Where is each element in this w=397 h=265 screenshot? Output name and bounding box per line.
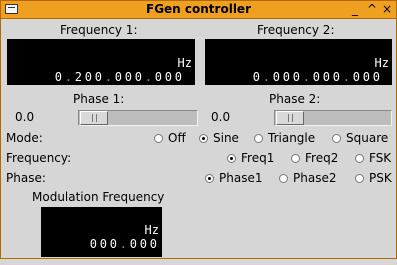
freq2-digit[interactable]: 0	[281, 70, 291, 84]
freq1-unit: Hz	[177, 56, 192, 70]
freq1-label: Frequency 1:	[60, 23, 138, 37]
freq2-label: Frequency 2:	[257, 23, 335, 37]
freq1-digit[interactable]: 0	[53, 70, 63, 84]
frequency-radio-freq1[interactable]: Freq1	[227, 151, 274, 166]
radio-selected-icon[interactable]	[205, 174, 214, 183]
freq2-unit: Hz	[374, 56, 389, 70]
modulation-digit[interactable]: 0	[88, 237, 98, 251]
freq1-digit[interactable]: 0	[133, 70, 143, 84]
modulation-digit[interactable]: 0	[108, 237, 118, 251]
phase-radio-psk[interactable]: PSK	[355, 171, 392, 186]
freq2-digit[interactable]: 0	[351, 70, 361, 84]
freq1-digit[interactable]: 0	[173, 70, 183, 84]
modulation-label: Modulation Frequency	[32, 190, 165, 204]
freq2-digit[interactable]: 0	[251, 70, 261, 84]
freq1-digit[interactable]: 0	[83, 70, 93, 84]
mode-radio-square[interactable]: Square	[332, 131, 388, 146]
app-window: FGen controller _ ^ × Frequency 1: 0.200…	[0, 0, 397, 259]
radio-selected-icon[interactable]	[227, 154, 236, 163]
freq1-digit[interactable]: 0	[153, 70, 163, 84]
freq1-display[interactable]: 0.200.000.000 Hz	[7, 39, 195, 85]
radio-icon[interactable]	[291, 154, 300, 163]
freq1-digit[interactable]: 0	[93, 70, 103, 84]
phase2-label: Phase 2:	[269, 92, 321, 106]
phase1-slider[interactable]	[78, 110, 198, 126]
freq2-digit[interactable]: 0	[331, 70, 341, 84]
phase2-slider[interactable]	[274, 110, 392, 126]
radio-icon[interactable]	[355, 174, 364, 183]
close-button[interactable]: ×	[382, 1, 392, 18]
phase2-slider-thumb[interactable]	[276, 111, 304, 125]
freq2-digit[interactable]: 0	[291, 70, 301, 84]
minimize-button[interactable]: _	[352, 1, 358, 18]
radio-icon[interactable]	[254, 134, 263, 143]
title-bar[interactable]: FGen controller _ ^ ×	[1, 1, 396, 19]
freq2-digit[interactable]: 0	[311, 70, 321, 84]
phase1-slider-thumb[interactable]	[80, 111, 108, 125]
phase1-value: 0.0	[15, 110, 35, 124]
frequency-radio-fsk[interactable]: FSK	[355, 151, 391, 166]
modulation-digit[interactable]: 0	[138, 237, 148, 251]
radio-icon[interactable]	[355, 154, 364, 163]
freq2-digit[interactable]: 0	[321, 70, 331, 84]
phase1-label: Phase 1:	[73, 92, 125, 106]
phase2-value: 0.0	[211, 110, 231, 124]
maximize-button[interactable]: ^	[367, 1, 377, 18]
radio-icon[interactable]	[332, 134, 341, 143]
modulation-unit: Hz	[144, 223, 159, 237]
mode-radio-triangle[interactable]: Triangle	[254, 131, 315, 146]
freq2-digit[interactable]: 0	[361, 70, 371, 84]
mode-radio-sine[interactable]: Sine	[199, 131, 239, 146]
phase-radio-phase1[interactable]: Phase1	[205, 171, 262, 186]
modulation-digit[interactable]: 0	[128, 237, 138, 251]
mode-label: Mode:	[6, 131, 43, 145]
modulation-digit[interactable]: 0	[148, 237, 158, 251]
freq2-display[interactable]: 0.000.000.000 Hz	[205, 39, 392, 85]
freq1-digit[interactable]: 2	[73, 70, 83, 84]
window-title: FGen controller	[146, 2, 251, 16]
freq1-digit[interactable]: 0	[163, 70, 173, 84]
radio-icon[interactable]	[279, 174, 288, 183]
modulation-digit[interactable]: 0	[98, 237, 108, 251]
freq1-digit[interactable]: 0	[113, 70, 123, 84]
freq2-digit[interactable]: 0	[271, 70, 281, 84]
phase-radio-phase2[interactable]: Phase2	[279, 171, 336, 186]
frequency-label: Frequency:	[6, 151, 72, 165]
mode-radio-off[interactable]: Off	[154, 131, 186, 146]
radio-selected-icon[interactable]	[199, 134, 208, 143]
radio-icon[interactable]	[154, 134, 163, 143]
modulation-display[interactable]: 000.000 Hz	[41, 207, 162, 257]
freq2-digit[interactable]: 0	[371, 70, 381, 84]
frequency-radio-freq2[interactable]: Freq2	[291, 151, 338, 166]
freq1-digit[interactable]: 0	[123, 70, 133, 84]
phase-label: Phase:	[6, 171, 46, 185]
